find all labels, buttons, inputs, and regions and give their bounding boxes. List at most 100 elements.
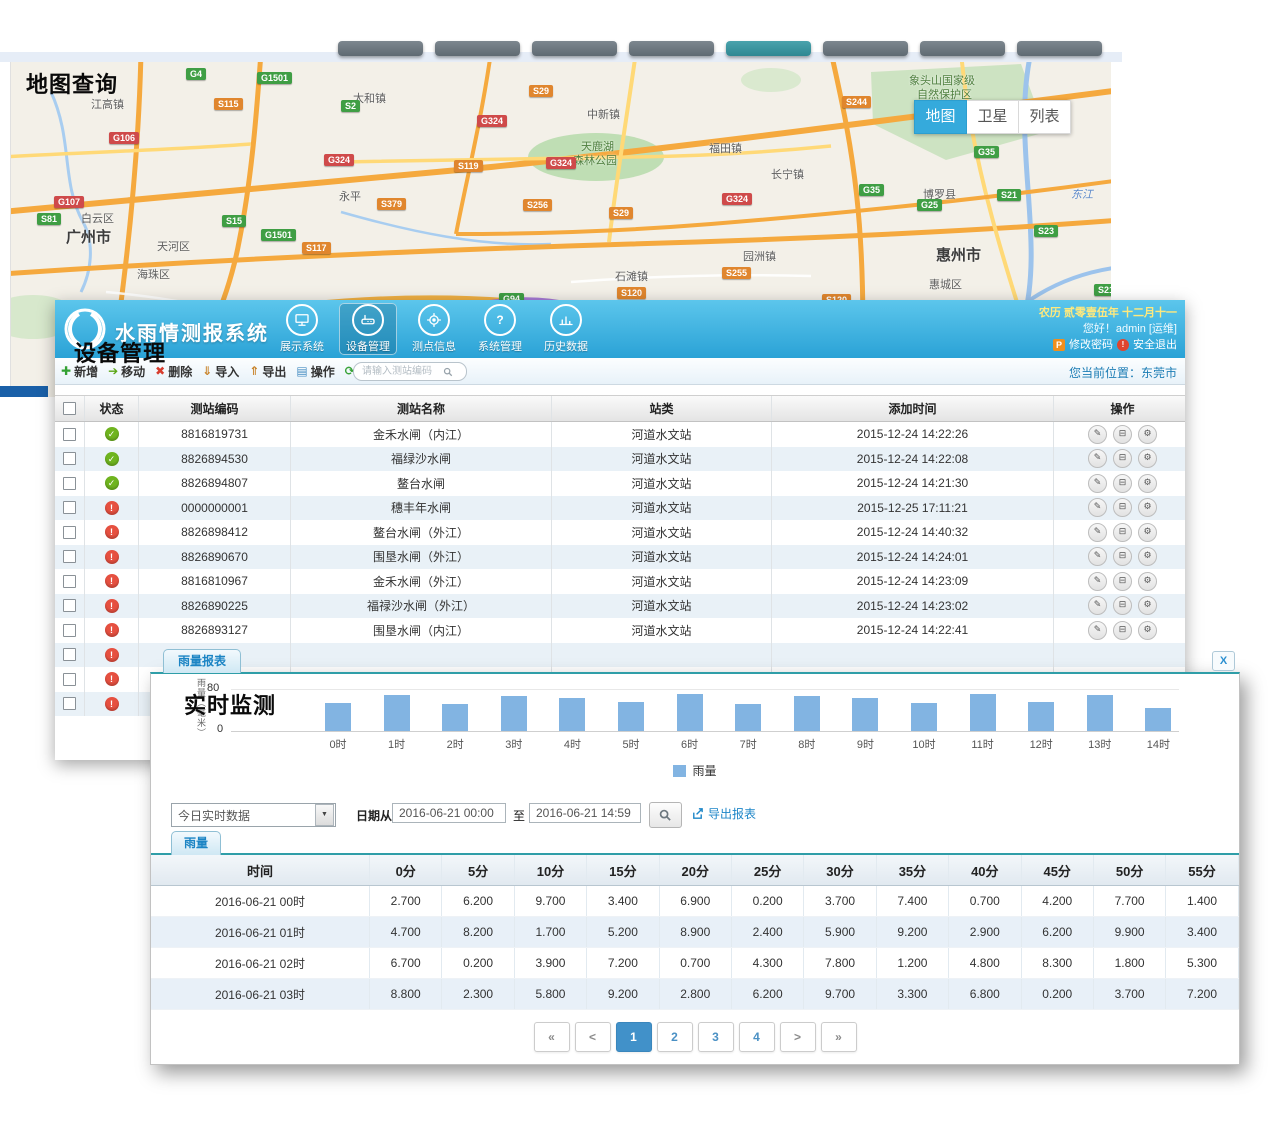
date-from-input[interactable] — [392, 803, 506, 823]
browser-tab[interactable] — [435, 41, 520, 56]
tab-rain[interactable]: 雨量 — [171, 831, 221, 855]
edit-icon[interactable]: ✎ — [1088, 498, 1107, 517]
rain-column-header: 20分 — [660, 855, 732, 885]
logout-link[interactable]: 安全退出 — [1133, 337, 1177, 353]
map-view-button-list[interactable]: 列表 — [1019, 100, 1071, 134]
query-search-button[interactable] — [649, 802, 682, 828]
search-icon — [443, 367, 453, 377]
row-checkbox[interactable] — [63, 501, 76, 514]
edit-icon[interactable]: ✎ — [1088, 621, 1107, 640]
edit-icon[interactable]: ✎ — [1088, 523, 1107, 542]
browser-tab[interactable] — [823, 41, 908, 56]
delete-icon[interactable]: ⊟ — [1113, 425, 1132, 444]
row-checkbox[interactable] — [63, 452, 76, 465]
settings-gear-icon[interactable]: ⚙ — [1138, 596, 1157, 615]
delete-icon[interactable]: ⊟ — [1113, 474, 1132, 493]
road-shield: S256 — [523, 199, 552, 211]
page-button-4[interactable]: 4 — [739, 1022, 775, 1052]
row-checkbox[interactable] — [63, 673, 76, 686]
last-page-button[interactable]: » — [821, 1022, 857, 1052]
map-view-button-map[interactable]: 地图 — [914, 100, 967, 134]
tab-rain-report[interactable]: 雨量报表 — [163, 649, 241, 673]
row-checkbox[interactable] — [63, 477, 76, 490]
status-alert-icon: ! — [105, 599, 119, 613]
row-checkbox[interactable] — [63, 575, 76, 588]
display-icon — [286, 304, 318, 336]
settings-gear-icon[interactable]: ⚙ — [1138, 449, 1157, 468]
nav-item-display[interactable]: 展示系统 — [273, 303, 331, 355]
nav-item-point[interactable]: 测点信息 — [405, 303, 463, 355]
settings-gear-icon[interactable]: ⚙ — [1138, 547, 1157, 566]
browser-tab[interactable] — [726, 41, 811, 56]
delete-icon[interactable]: ⊟ — [1113, 523, 1132, 542]
edit-icon[interactable]: ✎ — [1088, 474, 1107, 493]
edit-icon[interactable]: ✎ — [1088, 572, 1107, 591]
row-checkbox[interactable] — [63, 428, 76, 441]
edit-icon[interactable]: ✎ — [1088, 596, 1107, 615]
settings-gear-icon[interactable]: ⚙ — [1138, 425, 1157, 444]
select-all-checkbox[interactable] — [63, 402, 76, 415]
station-name-cell: 金禾水闸（外江） — [291, 569, 552, 594]
export-report-link[interactable]: 导出报表 — [691, 805, 756, 822]
settings-gear-icon[interactable]: ⚙ — [1138, 572, 1157, 591]
change-password-link[interactable]: 修改密码 — [1069, 337, 1113, 353]
browser-tab[interactable] — [338, 41, 423, 56]
row-checkbox[interactable] — [63, 599, 76, 612]
window-label-map-query: 地图查询 — [26, 67, 118, 99]
map-view-button-satellite[interactable]: 卫星 — [967, 100, 1019, 134]
status-alert-icon: ! — [105, 525, 119, 539]
legend-swatch — [673, 765, 686, 777]
operation-buttons: ✎ ⊟ ⚙ — [1088, 572, 1157, 591]
next-page-button[interactable]: > — [780, 1022, 816, 1052]
prev-page-button[interactable]: < — [575, 1022, 611, 1052]
status-cell: ! — [85, 545, 139, 570]
rain-column-header: 5分 — [442, 855, 514, 885]
browser-tab[interactable] — [629, 41, 714, 56]
toolbar-button-exp[interactable]: ⇑导出 — [249, 363, 286, 380]
first-page-button[interactable]: « — [534, 1022, 570, 1052]
station-code-search-input[interactable] — [360, 365, 440, 378]
browser-tab[interactable] — [920, 41, 1005, 56]
nav-item-system[interactable]: ?系统管理 — [471, 303, 529, 355]
settings-gear-icon[interactable]: ⚙ — [1138, 621, 1157, 640]
delete-icon[interactable]: ⊟ — [1113, 547, 1132, 566]
logout-icon: ! — [1117, 339, 1129, 351]
delete-icon[interactable]: ⊟ — [1113, 449, 1132, 468]
edit-icon[interactable]: ✎ — [1088, 547, 1107, 566]
toolbar-button-op[interactable]: ▤操作 — [296, 363, 334, 380]
page-button-3[interactable]: 3 — [698, 1022, 734, 1052]
row-checkbox[interactable] — [63, 697, 76, 710]
browser-tab[interactable] — [1017, 41, 1102, 56]
settings-gear-icon[interactable]: ⚙ — [1138, 474, 1157, 493]
road-shield: G324 — [546, 157, 576, 169]
road-shield: S29 — [609, 207, 633, 219]
data-mode-select[interactable]: 今日实时数据 ▼ — [171, 803, 336, 827]
edit-icon[interactable]: ✎ — [1088, 425, 1107, 444]
browser-tab[interactable] — [532, 41, 617, 56]
nav-item-device[interactable]: 设备管理 — [339, 303, 397, 355]
station-time-cell: 2015-12-24 14:22:26 — [772, 422, 1054, 447]
row-checkbox[interactable] — [63, 550, 76, 563]
page-button-1[interactable]: 1 — [616, 1022, 652, 1052]
delete-icon[interactable]: ⊟ — [1113, 572, 1132, 591]
toolbar-button-imp[interactable]: ⇓导入 — [202, 363, 239, 380]
rain-bar — [911, 703, 937, 731]
nav-item-history[interactable]: 历史数据 — [537, 303, 595, 355]
delete-icon[interactable]: ⊟ — [1113, 498, 1132, 517]
row-checkbox[interactable] — [63, 648, 76, 661]
table-row: !8826898412鳌台水闸（外江）河道水文站2015-12-24 14:40… — [55, 520, 1185, 545]
map-place-label: 园洲镇 — [743, 248, 776, 264]
delete-icon[interactable]: ⊟ — [1113, 596, 1132, 615]
settings-gear-icon[interactable]: ⚙ — [1138, 498, 1157, 517]
delete-icon[interactable]: ⊟ — [1113, 621, 1132, 640]
page-button-2[interactable]: 2 — [657, 1022, 693, 1052]
settings-gear-icon[interactable]: ⚙ — [1138, 523, 1157, 542]
row-checkbox-cell — [55, 618, 85, 643]
rain-table-row: 2016-06-21 03时8.8002.3005.8009.2002.8006… — [151, 979, 1239, 1010]
row-checkbox[interactable] — [63, 624, 76, 637]
rain-value-cell: 6.700 — [370, 948, 442, 978]
date-to-input[interactable] — [529, 803, 641, 823]
row-checkbox[interactable] — [63, 526, 76, 539]
edit-icon[interactable]: ✎ — [1088, 449, 1107, 468]
close-button[interactable]: X — [1212, 651, 1235, 671]
